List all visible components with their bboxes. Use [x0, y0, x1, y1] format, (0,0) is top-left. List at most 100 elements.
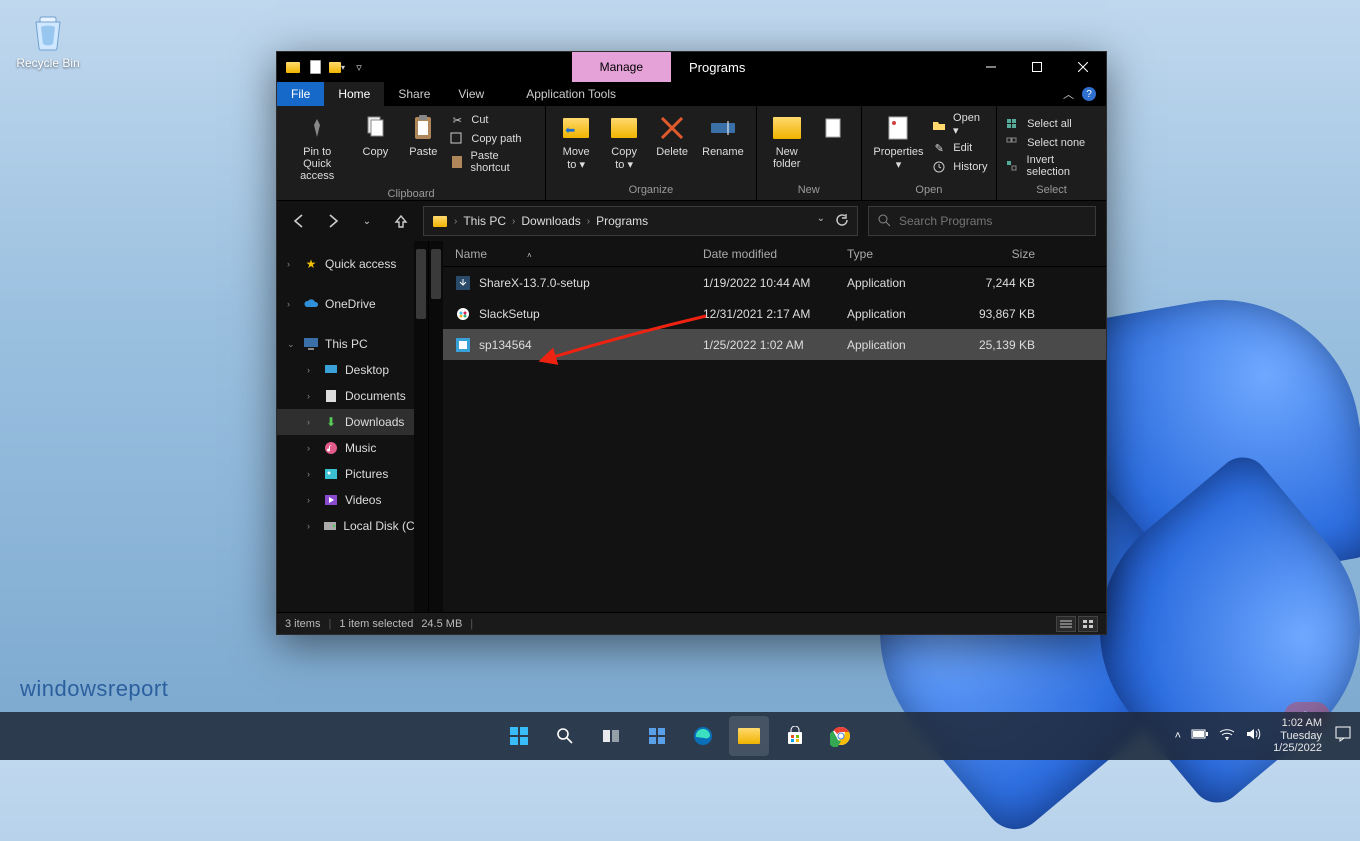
- nav-this-pc[interactable]: ⌄This PC: [277, 331, 428, 357]
- nav-desktop[interactable]: ›Desktop: [277, 357, 428, 383]
- paste-shortcut-button[interactable]: Paste shortcut: [449, 150, 537, 174]
- pin-to-quick-access-button[interactable]: Pin to Quick access: [285, 110, 349, 184]
- tab-file[interactable]: File: [277, 82, 324, 106]
- store-taskbar-button[interactable]: [775, 716, 815, 756]
- breadcrumb-this-pc[interactable]: This PC: [463, 214, 506, 228]
- nav-downloads[interactable]: ›⬇Downloads: [277, 409, 428, 435]
- collapse-ribbon-icon[interactable]: ︿: [1063, 86, 1074, 102]
- address-bar[interactable]: › This PC › Downloads › Programs ⌄: [423, 206, 858, 236]
- chevron-right-icon[interactable]: ›: [307, 495, 317, 505]
- ribbon-home: Pin to Quick access Copy Paste ✂Cut Copy…: [277, 106, 1106, 201]
- rename-button[interactable]: Rename: [698, 110, 748, 160]
- chrome-taskbar-button[interactable]: [821, 716, 861, 756]
- chevron-right-icon[interactable]: ›: [307, 469, 317, 479]
- column-date[interactable]: Date modified: [691, 247, 835, 261]
- copy-to-button[interactable]: Copy to ▾: [602, 110, 646, 173]
- nav-music[interactable]: ›Music: [277, 435, 428, 461]
- recycle-bin-desktop-icon[interactable]: Recycle Bin: [10, 10, 86, 70]
- nav-pictures[interactable]: ›Pictures: [277, 461, 428, 487]
- chevron-right-icon[interactable]: ›: [287, 259, 297, 269]
- copy-to-icon: [608, 112, 640, 144]
- column-name[interactable]: Name˄: [443, 247, 691, 261]
- nav-quick-access[interactable]: ›★Quick access: [277, 251, 428, 277]
- list-scrollbar[interactable]: [429, 241, 443, 612]
- breadcrumb-programs[interactable]: Programs: [596, 214, 648, 228]
- history-icon: [931, 159, 947, 175]
- new-item-button[interactable]: [813, 110, 853, 146]
- select-none-button[interactable]: Select none: [1005, 135, 1098, 151]
- search-taskbar-button[interactable]: [545, 716, 585, 756]
- chevron-right-icon[interactable]: ›: [307, 521, 316, 531]
- taskbar: ˄ 1:02 AM Tuesday 1/25/2022: [0, 712, 1360, 760]
- search-box[interactable]: [868, 206, 1096, 236]
- nav-videos[interactable]: ›Videos: [277, 487, 428, 513]
- move-to-button[interactable]: ⬅Move to ▾: [554, 110, 598, 173]
- column-size[interactable]: Size: [955, 247, 1055, 261]
- chevron-right-icon[interactable]: ›: [307, 391, 317, 401]
- refresh-button[interactable]: [835, 213, 849, 230]
- tab-view[interactable]: View: [444, 82, 498, 106]
- up-button[interactable]: [389, 209, 413, 233]
- chevron-right-icon[interactable]: ›: [307, 417, 317, 427]
- file-row[interactable]: SlackSetup 12/31/2021 2:17 AM Applicatio…: [443, 298, 1106, 329]
- address-dropdown-icon[interactable]: ⌄: [817, 213, 825, 230]
- file-row-selected[interactable]: sp134564 1/25/2022 1:02 AM Application 2…: [443, 329, 1106, 360]
- copy-path-button[interactable]: Copy path: [449, 131, 537, 147]
- scrollbar-thumb[interactable]: [431, 249, 441, 299]
- recent-locations-button[interactable]: ⌄: [355, 209, 379, 233]
- delete-button[interactable]: Delete: [650, 110, 694, 160]
- nav-onedrive[interactable]: ›OneDrive: [277, 291, 428, 317]
- edit-button[interactable]: ✎Edit: [931, 140, 988, 156]
- widgets-button[interactable]: [637, 716, 677, 756]
- cut-button[interactable]: ✂Cut: [449, 112, 537, 128]
- contextual-tab-manage[interactable]: Manage: [572, 52, 671, 82]
- volume-icon[interactable]: [1245, 727, 1261, 744]
- chevron-down-icon[interactable]: ⌄: [287, 339, 297, 350]
- titlebar[interactable]: ▾ ▿ Manage Programs: [277, 52, 1106, 82]
- file-row[interactable]: ShareX-13.7.0-setup 1/19/2022 10:44 AM A…: [443, 267, 1106, 298]
- wifi-icon[interactable]: [1219, 727, 1235, 744]
- nav-scrollbar[interactable]: [414, 241, 428, 612]
- tiles-view-button[interactable]: [1078, 616, 1098, 632]
- close-button[interactable]: [1060, 52, 1106, 82]
- task-view-button[interactable]: [591, 716, 631, 756]
- history-button[interactable]: History: [931, 159, 988, 175]
- details-view-button[interactable]: [1056, 616, 1076, 632]
- help-icon[interactable]: ?: [1082, 87, 1096, 101]
- copy-button[interactable]: Copy: [353, 110, 397, 160]
- tab-application-tools[interactable]: Application Tools: [512, 82, 630, 106]
- tab-share[interactable]: Share: [384, 82, 444, 106]
- tab-home[interactable]: Home: [324, 82, 384, 106]
- breadcrumb-downloads[interactable]: Downloads: [521, 214, 580, 228]
- chevron-right-icon[interactable]: ›: [307, 365, 317, 375]
- column-type[interactable]: Type: [835, 247, 955, 261]
- select-all-button[interactable]: Select all: [1005, 116, 1098, 132]
- edge-taskbar-button[interactable]: [683, 716, 723, 756]
- open-button[interactable]: Open ▾: [931, 112, 988, 137]
- taskbar-clock[interactable]: 1:02 AM Tuesday 1/25/2022: [1273, 717, 1322, 755]
- battery-icon[interactable]: [1191, 728, 1209, 743]
- back-button[interactable]: [287, 209, 311, 233]
- properties-button[interactable]: Properties ▾: [870, 110, 928, 173]
- chevron-right-icon[interactable]: ›: [454, 216, 457, 227]
- notifications-button[interactable]: [1334, 725, 1352, 746]
- new-folder-button[interactable]: New folder: [765, 110, 809, 172]
- minimize-button[interactable]: [968, 52, 1014, 82]
- search-input[interactable]: [899, 214, 1087, 228]
- invert-selection-button[interactable]: Invert selection: [1005, 154, 1098, 178]
- tray-overflow-icon[interactable]: ˄: [1175, 730, 1181, 742]
- explorer-taskbar-button[interactable]: [729, 716, 769, 756]
- start-button[interactable]: [499, 716, 539, 756]
- chevron-right-icon[interactable]: ›: [287, 299, 297, 309]
- chevron-right-icon[interactable]: ›: [307, 443, 317, 453]
- chevron-right-icon[interactable]: ›: [587, 216, 590, 227]
- nav-documents[interactable]: ›Documents: [277, 383, 428, 409]
- qat-overflow-icon[interactable]: ▿: [351, 59, 367, 75]
- folder-dropdown-icon[interactable]: ▾: [329, 59, 345, 75]
- nav-local-disk[interactable]: ›Local Disk (C:): [277, 513, 428, 539]
- forward-button[interactable]: [321, 209, 345, 233]
- scrollbar-thumb[interactable]: [416, 249, 426, 319]
- paste-button[interactable]: Paste: [401, 110, 445, 160]
- maximize-button[interactable]: [1014, 52, 1060, 82]
- chevron-right-icon[interactable]: ›: [512, 216, 515, 227]
